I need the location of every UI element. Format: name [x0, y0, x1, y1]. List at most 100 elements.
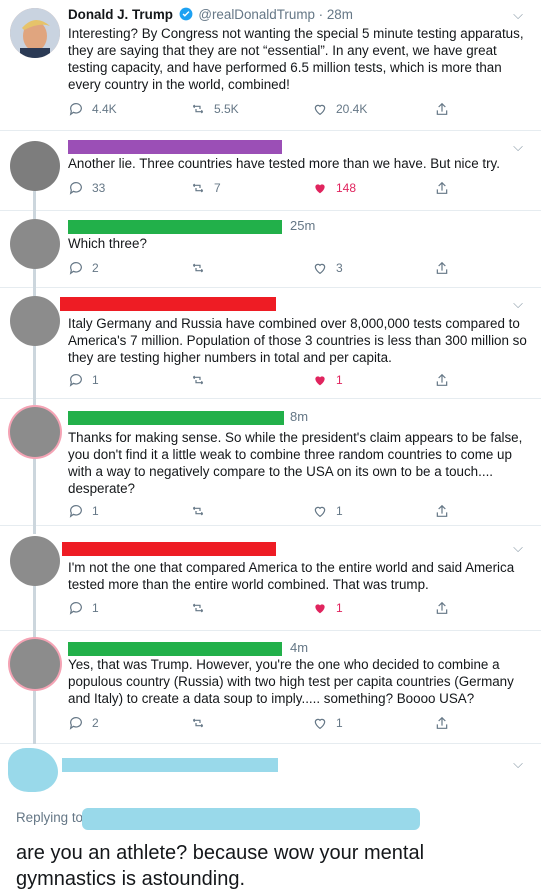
avatar[interactable]: [10, 8, 60, 58]
like-count: 1: [336, 373, 343, 387]
reply-tweet[interactable]: 25m Which three? 2 3: [0, 211, 541, 288]
main-tweet[interactable]: Donald J. Trump @realDonaldTrump · 28m ⌵…: [0, 0, 541, 131]
retweet-button[interactable]: [190, 600, 206, 616]
chevron-down-icon[interactable]: ⌵: [513, 139, 523, 155]
retweet-icon: [192, 104, 204, 114]
like-button[interactable]: 1: [312, 715, 343, 731]
chevron-down-icon[interactable]: ⌵: [513, 756, 523, 772]
tweet-header: [68, 409, 284, 425]
tweet-time[interactable]: · 28m: [319, 7, 353, 22]
avatar[interactable]: [10, 639, 60, 689]
reply-tweet[interactable]: 8m Thanks for making sense. So while the…: [0, 399, 541, 526]
avatar[interactable]: [10, 407, 60, 457]
thread-line: [33, 689, 36, 744]
like-button[interactable]: 20.4K: [312, 101, 367, 117]
reply-tweet[interactable]: ⌵ Italy Germany and Russia have combined…: [0, 288, 541, 399]
retweet-button[interactable]: 5.5K: [190, 101, 239, 117]
like-count: 148: [336, 181, 357, 195]
share-button[interactable]: [434, 180, 450, 196]
retweet-button[interactable]: [190, 715, 206, 731]
reply-button[interactable]: 33: [68, 180, 105, 196]
reply-button[interactable]: 2: [68, 715, 99, 731]
heart-icon: [314, 718, 326, 730]
retweet-button[interactable]: [190, 260, 206, 276]
retweet-button[interactable]: [190, 372, 206, 388]
author-name[interactable]: Donald J. Trump: [68, 7, 173, 22]
reply-icon: [69, 602, 82, 615]
reply-button[interactable]: 1: [68, 600, 99, 616]
author-handle[interactable]: @realDonaldTrump: [198, 7, 315, 22]
replying-to: Replying to: [16, 810, 83, 825]
tweet-header: Donald J. Trump @realDonaldTrump · 28m: [68, 7, 353, 22]
composer[interactable]: ⌵ Replying to are you an athlete? becaus…: [0, 744, 541, 896]
share-button[interactable]: [434, 372, 450, 388]
heart-filled-icon: [315, 184, 325, 194]
avatar[interactable]: [10, 141, 60, 191]
reply-count: 33: [92, 181, 106, 195]
heart-icon: [314, 263, 326, 275]
retweet-icon: [192, 506, 204, 516]
like-count: 1: [336, 504, 343, 518]
like-count: 20.4K: [336, 102, 368, 116]
share-icon: [436, 716, 448, 729]
thread-line: [33, 288, 36, 296]
thread-line: [33, 399, 36, 407]
redacted-name: [68, 641, 282, 656]
tweet-header: [68, 640, 282, 656]
heart-filled-icon: [315, 376, 325, 386]
heart-icon: [314, 506, 326, 518]
chevron-down-icon[interactable]: ⌵: [513, 7, 523, 23]
tweet-time[interactable]: 25m: [290, 218, 315, 233]
thread-line: [33, 269, 36, 288]
tweet-text: Interesting? By Congress not wanting the…: [68, 26, 524, 92]
tweet-actions: 2 3: [68, 260, 508, 278]
thread-line: [33, 526, 36, 534]
share-button[interactable]: [434, 715, 450, 731]
like-button[interactable]: 1: [312, 600, 343, 616]
tweet-header: [60, 295, 276, 311]
reply-button[interactable]: 4.4K: [68, 101, 117, 117]
reply-tweet[interactable]: 4m Yes, that was Trump. However, you're …: [0, 631, 541, 744]
reply-icon: [69, 103, 82, 116]
like-button[interactable]: 1: [312, 372, 343, 388]
reply-button[interactable]: 2: [68, 260, 99, 276]
tweet-text: Another lie. Three countries have tested…: [68, 156, 500, 171]
like-count: 3: [336, 261, 343, 275]
reply-icon: [69, 717, 82, 730]
avatar[interactable]: [8, 748, 58, 792]
thread-line: [33, 191, 36, 211]
like-button[interactable]: 1: [312, 503, 343, 519]
chevron-down-icon[interactable]: ⌵: [513, 540, 523, 556]
like-button[interactable]: 148: [312, 180, 356, 196]
tweet-text: I'm not the one that compared America to…: [68, 560, 515, 592]
heart-filled-icon: [315, 604, 325, 614]
like-button[interactable]: 3: [312, 260, 343, 276]
tweet-header: [62, 540, 276, 556]
retweet-button[interactable]: [190, 503, 206, 519]
tweet-actions: 1 1: [68, 372, 508, 390]
tweet-time[interactable]: 8m: [290, 409, 308, 424]
tweet-header: [68, 218, 282, 234]
retweet-icon: [192, 603, 204, 613]
reply-count: 2: [92, 716, 99, 730]
reply-button[interactable]: 1: [68, 503, 99, 519]
tweet-time[interactable]: 4m: [290, 640, 308, 655]
tweet-text: Which three?: [68, 236, 147, 251]
avatar[interactable]: [10, 219, 60, 269]
tweet-text: Yes, that was Trump. However, you're the…: [68, 657, 514, 706]
share-button[interactable]: [434, 101, 450, 117]
reply-button[interactable]: 1: [68, 372, 99, 388]
reply-tweet[interactable]: ⌵ I'm not the one that compared America …: [0, 526, 541, 631]
tweet-actions: 1 1: [68, 503, 508, 521]
chevron-down-icon[interactable]: ⌵: [513, 296, 523, 312]
tweet-actions: 4.4K 5.5K 20.4K: [68, 101, 508, 119]
reply-tweet[interactable]: ⌵ Another lie. Three countries have test…: [0, 131, 541, 211]
avatar[interactable]: [10, 536, 60, 586]
avatar[interactable]: [10, 296, 60, 346]
share-button[interactable]: [434, 503, 450, 519]
redacted-name: [62, 541, 276, 556]
share-button[interactable]: [434, 600, 450, 616]
retweet-button[interactable]: 7: [190, 180, 221, 196]
share-button[interactable]: [434, 260, 450, 276]
redacted-name: [68, 219, 282, 234]
